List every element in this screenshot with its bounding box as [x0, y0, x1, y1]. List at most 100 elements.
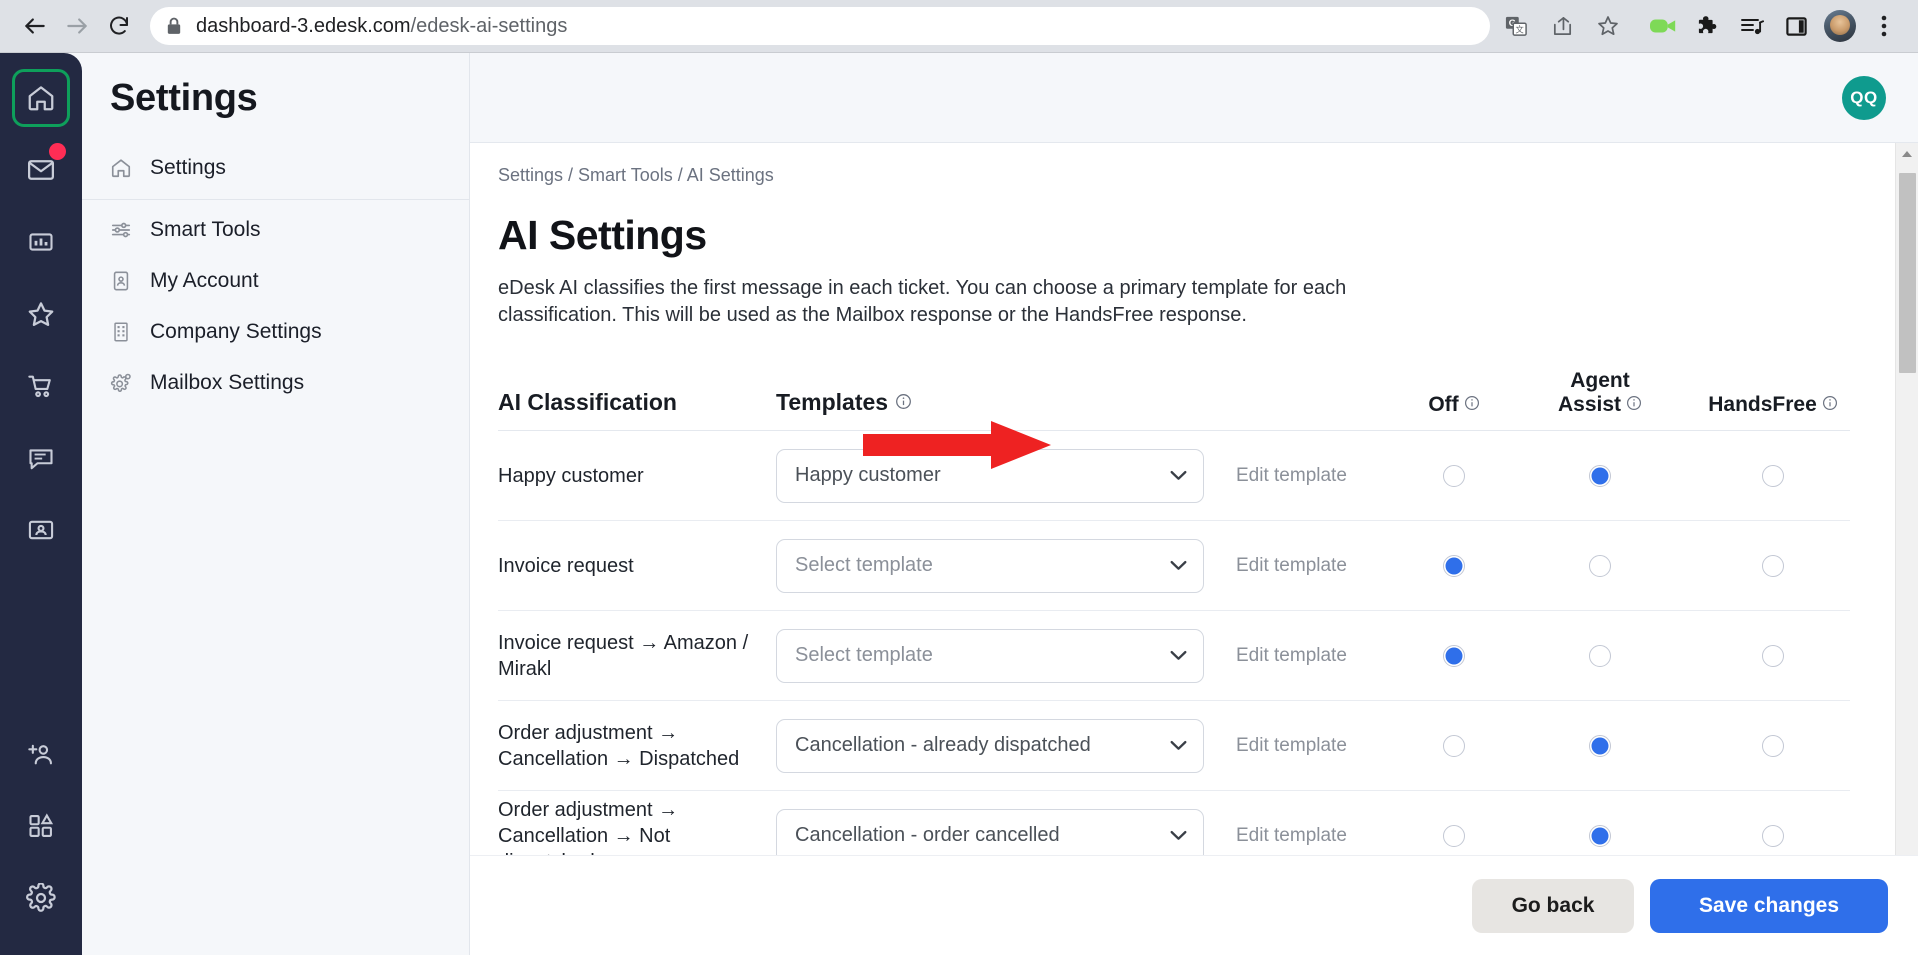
column-header-agent-assist-line2: Assist [1557, 392, 1622, 416]
edit-template-link[interactable]: Edit template [1236, 451, 1381, 500]
sidebar-item-smart-tools[interactable]: Smart Tools [82, 204, 469, 255]
radio-agent-assist[interactable] [1589, 734, 1611, 757]
template-select[interactable]: Happy customer [776, 448, 1204, 503]
radio-cell-agent-assist [1527, 644, 1673, 667]
rail-item-favorites[interactable] [12, 285, 70, 343]
lock-icon [166, 17, 182, 35]
gear-icon [110, 372, 132, 394]
classification-label: Happy customer [498, 464, 644, 487]
sidebar-item-label: Mailbox Settings [150, 370, 305, 394]
template-cell: Cancellation - order cancelled [776, 808, 1236, 855]
media-playlist-icon[interactable] [1732, 6, 1772, 46]
back-arrow-icon[interactable] [14, 5, 56, 47]
table-row: Happy customer Happy customer Edit templ… [498, 431, 1850, 522]
radio-agent-assist[interactable] [1589, 824, 1611, 847]
radio-cell-off [1381, 644, 1527, 667]
go-back-button[interactable]: Go back [1472, 878, 1634, 933]
radio-cell-agent-assist [1527, 824, 1673, 847]
column-header-handsfree-label: HandsFree [1708, 392, 1817, 416]
radio-agent-assist[interactable] [1589, 644, 1611, 667]
info-icon[interactable] [895, 389, 912, 416]
radio-agent-assist[interactable] [1589, 464, 1611, 487]
sidebar-item-mailbox-settings[interactable]: Mailbox Settings [82, 357, 469, 408]
radio-off[interactable] [1443, 554, 1465, 577]
save-changes-button[interactable]: Save changes [1650, 878, 1888, 933]
template-select[interactable]: Select template [776, 538, 1204, 593]
sidebar-item-my-account[interactable]: My Account [82, 255, 469, 306]
user-avatar[interactable]: QQ [1842, 75, 1886, 120]
vertical-scrollbar[interactable] [1895, 143, 1918, 955]
template-select-value: Cancellation - already dispatched [795, 734, 1091, 757]
rail-item-settings[interactable] [12, 869, 70, 927]
sidebar-item-settings[interactable]: Settings [82, 142, 469, 193]
template-select[interactable]: Cancellation - already dispatched [776, 718, 1204, 773]
radio-cell-agent-assist [1527, 554, 1673, 577]
column-header-templates: Templates [776, 389, 1236, 416]
info-icon[interactable] [1464, 393, 1480, 417]
edit-template-link[interactable]: Edit template [1236, 631, 1381, 680]
radio-handsfree[interactable] [1762, 644, 1784, 667]
sidebar-item-label: Smart Tools [150, 217, 261, 241]
primary-nav-rail [0, 53, 82, 955]
edit-template-link[interactable]: Edit template [1236, 541, 1381, 590]
top-header-bar: QQ [470, 53, 1918, 143]
edit-template-link[interactable]: Edit template [1236, 721, 1381, 770]
rail-item-orders[interactable] [12, 357, 70, 415]
radio-handsfree[interactable] [1762, 464, 1784, 487]
profile-avatar-icon[interactable] [1820, 6, 1860, 46]
video-camera-icon[interactable] [1644, 6, 1684, 46]
side-panel-icon[interactable] [1776, 6, 1816, 46]
chevron-down-icon [1170, 734, 1187, 757]
bookmark-star-icon[interactable] [1588, 6, 1628, 46]
share-icon[interactable] [1542, 6, 1582, 46]
unread-badge [49, 143, 66, 160]
translate-icon[interactable]: G文 [1496, 6, 1536, 46]
sidebar-item-company-settings[interactable]: Company Settings [82, 306, 469, 357]
template-select[interactable]: Cancellation - order cancelled [776, 808, 1204, 855]
radio-cell-agent-assist [1527, 464, 1673, 487]
rail-item-home[interactable] [12, 69, 70, 127]
classification-label: Order adjustment → Cancellation → Not di… [498, 798, 679, 855]
radio-agent-assist[interactable] [1589, 554, 1611, 577]
scroll-up-arrow-icon[interactable] [1896, 143, 1918, 165]
info-icon[interactable] [1626, 393, 1642, 417]
radio-cell-off [1381, 464, 1527, 487]
column-header-agent-assist: Agent Assist [1527, 369, 1673, 416]
sidebar-item-label: Company Settings [150, 319, 322, 343]
template-select[interactable]: Select template [776, 628, 1204, 683]
edit-template-link[interactable]: Edit template [1236, 811, 1381, 855]
template-select-value: Select template [795, 644, 933, 667]
application-window: Settings Settings Smart Tools My Account [0, 53, 1918, 955]
rail-item-mailbox[interactable] [12, 141, 70, 199]
radio-handsfree[interactable] [1762, 734, 1784, 757]
template-select-value: Select template [795, 554, 933, 577]
breadcrumb[interactable]: Settings / Smart Tools / AI Settings [470, 143, 1918, 186]
template-select-value: Cancellation - order cancelled [795, 824, 1060, 847]
radio-handsfree[interactable] [1762, 554, 1784, 577]
classification-label: Invoice request → Amazon / Mirakl [498, 631, 749, 680]
forward-arrow-icon[interactable] [56, 5, 98, 47]
three-dot-menu-icon[interactable] [1864, 6, 1904, 46]
scrollbar-thumb[interactable] [1899, 173, 1916, 373]
info-icon[interactable] [1822, 393, 1838, 417]
rail-item-apps[interactable] [12, 797, 70, 855]
table-header-row: AI Classification Templates Off Agent As… [498, 369, 1850, 432]
radio-off[interactable] [1443, 644, 1465, 667]
radio-cell-handsfree [1673, 644, 1873, 667]
radio-cell-handsfree [1673, 554, 1873, 577]
address-bar[interactable]: dashboard-3.edesk.com/edesk-ai-settings [150, 7, 1490, 45]
radio-off[interactable] [1443, 824, 1465, 847]
reload-icon[interactable] [98, 5, 140, 47]
radio-off[interactable] [1443, 734, 1465, 757]
rail-item-livechat[interactable] [12, 429, 70, 487]
rail-item-reports[interactable] [12, 213, 70, 271]
column-header-agent-assist-line1: Agent [1570, 369, 1630, 392]
radio-off[interactable] [1443, 464, 1465, 487]
extensions-puzzle-icon[interactable] [1688, 6, 1728, 46]
radio-cell-off [1381, 734, 1527, 757]
classification-label: Order adjustment → Cancellation → Dispat… [498, 721, 740, 770]
rail-item-invite-user[interactable] [12, 725, 70, 783]
table-row: Order adjustment → Cancellation → Not di… [498, 791, 1850, 855]
radio-handsfree[interactable] [1762, 824, 1784, 847]
rail-item-contacts[interactable] [12, 501, 70, 559]
